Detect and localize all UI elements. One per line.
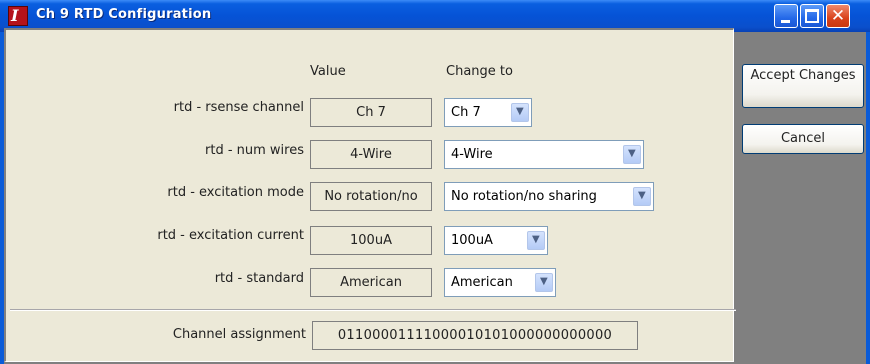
row-label-num-wires: rtd - num wires xyxy=(205,143,304,158)
chevron-down-icon[interactable]: ▼ xyxy=(623,145,641,164)
config-panel: Value Change to rtd - rsense channel Ch … xyxy=(4,28,736,362)
divider xyxy=(10,309,736,311)
channel-assignment-label: Channel assignment xyxy=(172,327,306,342)
minimize-button[interactable] xyxy=(774,4,798,28)
select-excitation-current[interactable]: 100uA ▼ xyxy=(444,226,548,255)
row-label-rsense-channel: rtd - rsense channel xyxy=(173,100,304,115)
change-to-column-header: Change to xyxy=(446,64,513,79)
row-label-excitation-current: rtd - excitation current xyxy=(157,228,304,243)
select-rsense-channel[interactable]: Ch 7 ▼ xyxy=(444,98,532,127)
chevron-down-icon[interactable]: ▼ xyxy=(535,273,553,292)
select-rsense-channel-value: Ch 7 xyxy=(451,105,481,120)
value-excitation-current: 100uA xyxy=(310,226,432,255)
select-num-wires-value: 4-Wire xyxy=(451,147,493,162)
select-excitation-mode[interactable]: No rotation/no sharing ▼ xyxy=(444,182,654,211)
maximize-icon xyxy=(805,9,819,23)
value-standard: American xyxy=(310,268,432,297)
value-column-header: Value xyxy=(310,64,346,79)
row-label-standard: rtd - standard xyxy=(214,271,304,286)
select-standard[interactable]: American ▼ xyxy=(444,268,556,297)
config-window: I Ch 9 RTD Configuration ✕ Value Change … xyxy=(0,0,870,364)
select-excitation-current-value: 100uA xyxy=(451,233,493,248)
select-excitation-mode-value: No rotation/no sharing xyxy=(451,189,597,204)
value-rsense-channel: Ch 7 xyxy=(310,98,432,127)
value-num-wires: 4-Wire xyxy=(310,140,432,169)
chevron-down-icon[interactable]: ▼ xyxy=(633,187,651,206)
close-icon: ✕ xyxy=(830,6,846,26)
close-button[interactable]: ✕ xyxy=(826,4,850,28)
window-title: Ch 9 RTD Configuration xyxy=(36,7,212,22)
select-standard-value: American xyxy=(451,275,513,290)
channel-assignment-value: 01100001111000010101000000000000 xyxy=(312,321,638,350)
app-logo-icon: I xyxy=(8,6,28,26)
maximize-button[interactable] xyxy=(800,4,824,28)
app-logo-glyph: I xyxy=(11,6,19,25)
minimize-icon xyxy=(781,20,790,23)
row-label-excitation-mode: rtd - excitation mode xyxy=(167,185,304,200)
cancel-button[interactable]: Cancel xyxy=(742,124,864,154)
select-num-wires[interactable]: 4-Wire ▼ xyxy=(444,140,644,169)
chevron-down-icon[interactable]: ▼ xyxy=(511,103,529,122)
accept-changes-button[interactable]: Accept Changes xyxy=(742,64,864,108)
chevron-down-icon[interactable]: ▼ xyxy=(527,231,545,250)
value-excitation-mode: No rotation/no xyxy=(310,182,432,211)
